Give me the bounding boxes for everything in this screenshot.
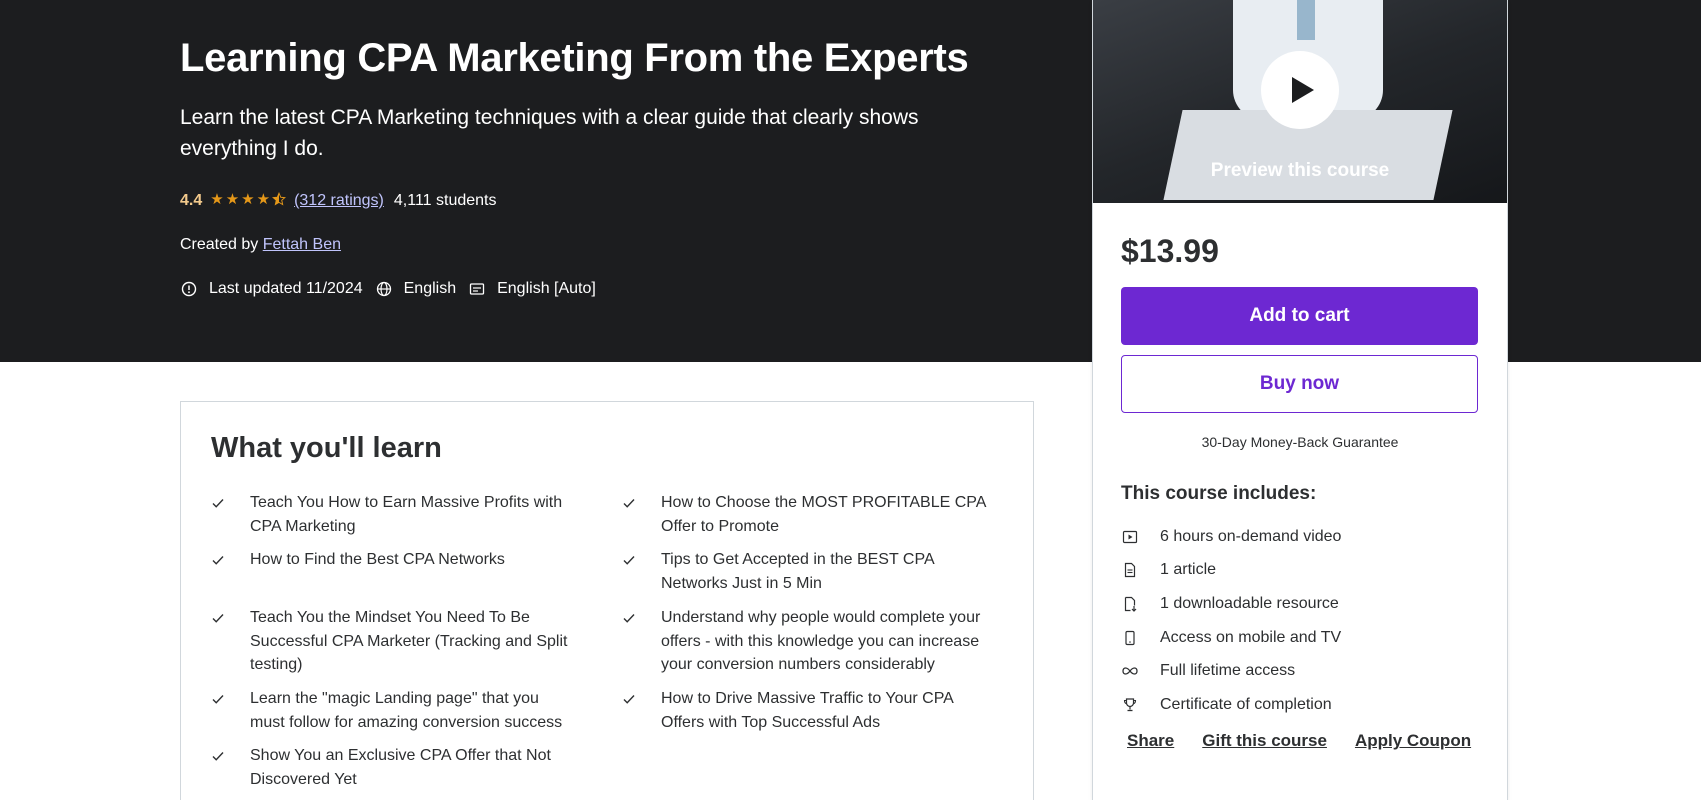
share-link[interactable]: Share	[1127, 731, 1174, 751]
add-to-cart-button[interactable]: Add to cart	[1121, 287, 1478, 345]
star-icon: ★	[241, 191, 255, 208]
article-icon	[1121, 561, 1139, 579]
purchase-sidebar: Preview this course $13.99 Add to cart B…	[1092, 0, 1508, 800]
course-price: $13.99	[1121, 233, 1219, 269]
course-captions: English [Auto]	[497, 280, 596, 297]
star-icon: ★	[210, 191, 224, 208]
last-updated: Last updated 11/2024	[209, 280, 363, 297]
infinity-icon	[1121, 662, 1139, 680]
rating-stars: ★ ★ ★ ★	[210, 191, 287, 210]
rating-row: 4.4 ★ ★ ★ ★ (312 ratings) 4,111 students	[180, 192, 496, 210]
buy-now-button[interactable]: Buy now	[1121, 355, 1478, 413]
learn-item: How to Drive Massive Traffic to Your CPA…	[622, 687, 987, 734]
mobile-icon	[1121, 629, 1139, 647]
money-back-guarantee: 30-Day Money-Back Guarantee	[1201, 434, 1399, 450]
learn-item-text: Show You an Exclusive CPA Offer that Not…	[250, 747, 551, 788]
learn-item: Tips to Get Accepted in the BEST CPA Net…	[622, 548, 987, 595]
includes-item: 1 article	[1121, 554, 1341, 588]
what-youll-learn: What you'll learn Teach You How to Earn …	[180, 401, 1034, 800]
created-by-label: Created by	[180, 236, 259, 253]
course-subtitle: Learn the latest CPA Marketing technique…	[180, 106, 919, 160]
learn-title: What you'll learn	[211, 432, 442, 464]
includes-item: 1 downloadable resource	[1121, 587, 1341, 621]
video-icon	[1121, 528, 1139, 546]
star-icon: ★	[256, 191, 271, 208]
learn-item-text: Understand why people would complete you…	[661, 609, 981, 673]
author-link[interactable]: Fettah Ben	[263, 236, 341, 253]
check-icon	[622, 548, 644, 595]
includes-item: Certificate of completion	[1121, 688, 1341, 722]
course-preview[interactable]: Preview this course	[1093, 0, 1507, 203]
learn-item: Teach You How to Earn Massive Profits wi…	[211, 491, 576, 538]
course-title: Learning CPA Marketing From the Experts	[180, 36, 969, 80]
learn-item: Understand why people would complete you…	[622, 606, 987, 677]
includes-item: 6 hours on-demand video	[1121, 520, 1341, 554]
students-count: 4,111 students	[393, 192, 497, 209]
course-meta: Last updated 11/2024 English English [Au…	[180, 280, 608, 298]
check-icon	[211, 687, 233, 734]
check-icon	[211, 548, 233, 575]
learn-item-text: How to Find the Best CPA Networks	[250, 551, 505, 568]
check-icon	[622, 606, 644, 677]
includes-item-text: Access on mobile and TV	[1160, 628, 1342, 646]
half-star-icon	[272, 191, 287, 210]
check-icon	[622, 687, 644, 734]
check-icon	[622, 491, 644, 538]
check-icon	[211, 491, 233, 538]
includes-item-text: 1 downloadable resource	[1160, 594, 1339, 612]
learn-item: How to Find the Best CPA Networks	[211, 548, 576, 575]
globe-icon	[375, 280, 393, 298]
learn-item: Learn the "magic Landing page" that you …	[211, 687, 576, 734]
includes-list: 6 hours on-demand video 1 article 1 down…	[1121, 520, 1341, 722]
learn-item-text: Learn the "magic Landing page" that you …	[250, 690, 563, 731]
rating-value: 4.4	[180, 192, 203, 209]
sidebar-links: Share Gift this course Apply Coupon	[1127, 731, 1471, 751]
created-by: Created by Fettah Ben	[180, 236, 341, 254]
check-icon	[211, 744, 233, 791]
preview-label: Preview this course	[1210, 160, 1390, 181]
play-icon	[1292, 77, 1314, 103]
learn-item: Show You an Exclusive CPA Offer that Not…	[211, 744, 576, 791]
captions-icon	[468, 280, 486, 298]
includes-title: This course includes:	[1121, 483, 1317, 504]
gift-course-link[interactable]: Gift this course	[1202, 731, 1327, 751]
play-button[interactable]	[1261, 51, 1339, 129]
includes-item-text: 1 article	[1160, 561, 1217, 579]
includes-item-text: Full lifetime access	[1160, 662, 1296, 680]
includes-item-text: 6 hours on-demand video	[1160, 527, 1342, 545]
ratings-link[interactable]: (312 ratings)	[294, 192, 384, 210]
star-icon: ★	[225, 191, 240, 208]
check-icon	[211, 606, 233, 677]
trophy-icon	[1121, 696, 1139, 714]
learn-item: Teach You the Mindset You Need To Be Suc…	[211, 606, 576, 677]
includes-item-text: Certificate of completion	[1160, 695, 1332, 713]
course-language: English	[403, 280, 457, 297]
alert-badge-icon	[180, 280, 198, 298]
learn-item-text: How to Choose the MOST PROFITABLE CPA Of…	[661, 494, 986, 535]
learn-item-text: How to Drive Massive Traffic to Your CPA…	[661, 690, 953, 731]
learn-item-text: Teach You the Mindset You Need To Be Suc…	[250, 609, 568, 673]
learn-item: How to Choose the MOST PROFITABLE CPA Of…	[622, 491, 987, 538]
preview-image-tie	[1297, 0, 1315, 40]
includes-item: Access on mobile and TV	[1121, 621, 1341, 655]
learn-item-text: Tips to Get Accepted in the BEST CPA Net…	[661, 551, 934, 592]
download-icon	[1121, 595, 1139, 613]
apply-coupon-link[interactable]: Apply Coupon	[1355, 731, 1471, 751]
includes-item: Full lifetime access	[1121, 654, 1341, 688]
learn-item-text: Teach You How to Earn Massive Profits wi…	[250, 494, 563, 535]
